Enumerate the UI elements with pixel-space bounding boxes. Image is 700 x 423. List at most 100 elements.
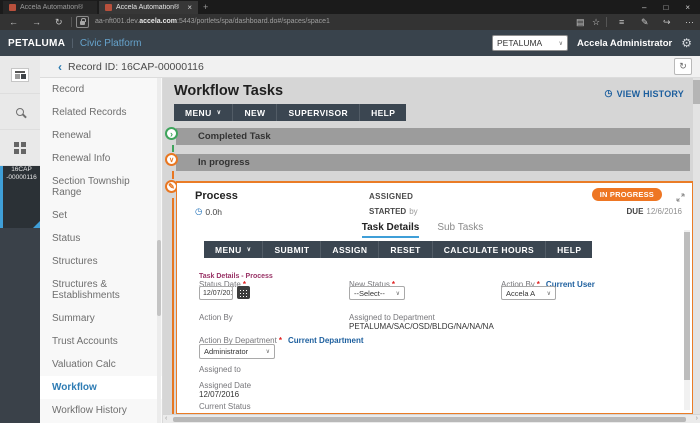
completed-status-icon[interactable]: ›: [165, 127, 178, 140]
sidebar-item-record[interactable]: Record: [40, 78, 162, 101]
launchpad-button[interactable]: [0, 56, 40, 94]
sidebar-item-set[interactable]: Set: [40, 204, 162, 227]
scroll-right-icon[interactable]: ›: [696, 415, 698, 423]
sidebar-item-summary[interactable]: Summary: [40, 307, 162, 330]
sidebar-item-structures[interactable]: Structures: [40, 250, 162, 273]
browser-tab-inactive[interactable]: Accela Automation®: [3, 1, 97, 14]
more-options-icon[interactable]: ⋯: [685, 14, 694, 30]
started-text: STARTED: [369, 207, 406, 216]
product-name-link[interactable]: Civic Platform: [80, 38, 142, 49]
sidebar-item-valuation-calc[interactable]: Valuation Calc: [40, 353, 162, 376]
apps-button[interactable]: [0, 130, 40, 166]
select-value: Accela A: [506, 289, 535, 298]
open-record-tab[interactable]: 16CAP -00000116: [0, 166, 40, 228]
new-button[interactable]: NEW: [233, 104, 277, 121]
help-button[interactable]: HELP: [546, 241, 592, 258]
assigned-to-label: Assigned to: [199, 365, 241, 374]
refresh-button[interactable]: ↻: [674, 58, 692, 75]
maximize-icon[interactable]: □: [663, 3, 668, 12]
sidebar-item-status[interactable]: Status: [40, 227, 162, 250]
expand-icon[interactable]: [676, 189, 685, 207]
tab-sub-tasks[interactable]: Sub Tasks: [437, 222, 483, 238]
panel-scrollbar-thumb[interactable]: [684, 232, 690, 380]
tab-title: Accela Automation®: [116, 4, 183, 11]
record-id-line1: 16CAP: [3, 166, 40, 174]
sidebar-item-workflow[interactable]: Workflow: [40, 376, 162, 399]
menu-button[interactable]: MENU ∨: [174, 104, 233, 121]
grid-icon: [14, 142, 26, 154]
in-progress-status-icon[interactable]: ∨: [165, 153, 178, 166]
back-chevron-icon[interactable]: ‹: [58, 60, 62, 74]
forward-icon[interactable]: →: [32, 14, 41, 30]
action-by-select[interactable]: Accela A ∨: [501, 286, 556, 300]
address-bar[interactable]: aa-nft001.dev.accela.com:5443/portlets/s…: [95, 14, 330, 30]
scroll-left-icon[interactable]: ‹: [165, 415, 167, 423]
reading-view-icon[interactable]: ▤: [576, 14, 585, 30]
clock-icon: ◷: [195, 206, 202, 217]
hub-icon[interactable]: ≡: [619, 14, 624, 30]
tab-task-details[interactable]: Task Details: [362, 222, 420, 238]
chevron-down-icon: ∨: [396, 290, 400, 297]
sidebar-item-renewal[interactable]: Renewal: [40, 124, 162, 147]
web-note-icon[interactable]: ✎: [641, 14, 649, 30]
url-prefix: aa-nft001.dev.: [95, 18, 139, 25]
supervisor-button[interactable]: SUPERVISOR: [277, 104, 360, 121]
url-domain: accela.com: [139, 18, 177, 25]
sidebar-item-trust-accounts[interactable]: Trust Accounts: [40, 330, 162, 353]
task-toolbar: MENU ∨ SUBMIT ASSIGN RESET CALCULATE HOU…: [204, 241, 592, 258]
sidebar-item-section-township-range[interactable]: Section Township Range: [40, 170, 162, 204]
sidebar-item-structures-establishments[interactable]: Structures & Establishments: [40, 273, 162, 307]
accela-favicon: [105, 4, 112, 11]
calendar-icon[interactable]: [237, 286, 250, 299]
share-icon[interactable]: ↪: [663, 14, 671, 30]
view-history-link[interactable]: ◷ VIEW HISTORY: [605, 88, 684, 99]
status-date-input[interactable]: 12/07/201: [199, 286, 233, 300]
record-bar: ‹ Record ID: 16CAP-00000116 ↻: [40, 56, 700, 78]
refresh-icon[interactable]: ↻: [55, 14, 63, 30]
sidebar-item-related-records[interactable]: Related Records: [40, 101, 162, 124]
hours-value: 0.0h: [205, 207, 222, 217]
record-sidebar: Record Related Records Renewal Renewal I…: [40, 78, 163, 423]
search-button[interactable]: [0, 94, 40, 130]
horizontal-scrollbar-thumb[interactable]: [173, 417, 686, 422]
app-header: PETALUMA | Civic Platform PETALUMA ∨ Acc…: [0, 30, 700, 56]
completed-task-label: Completed Task: [198, 131, 271, 142]
chevron-down-icon: ∨: [559, 40, 563, 47]
accordion-completed-task[interactable]: Completed Task: [176, 128, 690, 145]
browser-tab-active[interactable]: Accela Automation® ×: [99, 1, 198, 14]
favorites-star-icon[interactable]: ☆: [592, 14, 600, 30]
menu-label: MENU: [215, 245, 242, 255]
main-scrollbar-thumb[interactable]: [693, 80, 700, 104]
assign-button[interactable]: ASSIGN: [321, 241, 379, 258]
minimize-icon[interactable]: –: [642, 3, 646, 12]
new-tab-button[interactable]: +: [203, 1, 208, 14]
started-label: STARTEDby: [369, 207, 418, 216]
accordion-in-progress[interactable]: In progress: [176, 154, 690, 171]
user-name[interactable]: Accela Administrator: [577, 38, 672, 49]
menu-button[interactable]: MENU ∨: [204, 241, 263, 258]
agency-select[interactable]: PETALUMA ∨: [492, 35, 568, 51]
timeline-connector: [172, 171, 174, 179]
close-icon[interactable]: ×: [685, 3, 690, 12]
sidebar-item-workflow-history[interactable]: Workflow History: [40, 399, 162, 422]
submit-button[interactable]: SUBMIT: [263, 241, 321, 258]
help-button[interactable]: HELP: [360, 104, 406, 121]
timeline-connector: [172, 198, 174, 414]
current-department-link[interactable]: Current Department: [288, 336, 364, 345]
new-status-select[interactable]: --Select-- ∨: [349, 286, 405, 300]
agency-name: PETALUMA: [8, 38, 65, 49]
chevron-down-icon: ∨: [217, 109, 222, 116]
back-icon[interactable]: ←: [9, 14, 18, 30]
reset-button[interactable]: RESET: [379, 241, 432, 258]
launchpad-icon: [11, 68, 29, 82]
action-by-department-select[interactable]: Administrator ∨: [199, 344, 275, 359]
sidebar-scrollbar-thumb[interactable]: [157, 240, 161, 316]
calculate-hours-button[interactable]: CALCULATE HOURS: [433, 241, 546, 258]
corner-triangle: [33, 221, 40, 228]
gear-icon[interactable]: ⚙: [681, 36, 692, 50]
form-section-label: Task Details - Process: [199, 273, 273, 280]
site-lock-icon[interactable]: [76, 16, 89, 28]
task-hours: ◷ 0.0h: [195, 206, 222, 217]
sidebar-item-renewal-info[interactable]: Renewal Info: [40, 147, 162, 170]
tab-close-icon[interactable]: ×: [187, 3, 192, 12]
